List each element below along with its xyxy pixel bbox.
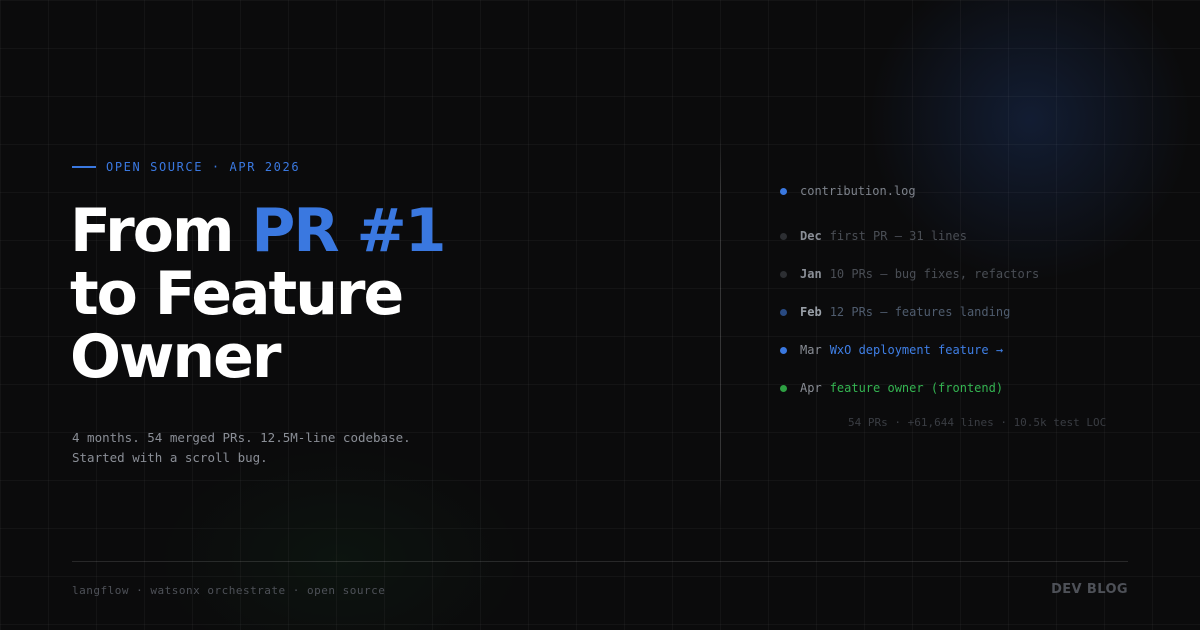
log-entry-apr: Apr feature owner (frontend): [780, 369, 1039, 407]
log-description: first PR — 31 lines: [829, 229, 967, 243]
title-line-3: Owner: [70, 322, 281, 392]
title-accent: PR #1: [251, 196, 446, 266]
log-month: Mar: [800, 343, 822, 357]
page-title: From PR #1 to Feature Owner: [70, 200, 446, 392]
log-month: Jan: [800, 267, 822, 281]
log-entry-jan: Jan 10 PRs — bug fixes, refactors: [780, 255, 1039, 293]
timeline-dot-icon: [780, 384, 787, 392]
footer-divider: [72, 561, 1128, 562]
log-entry-dec: Dec first PR — 31 lines: [780, 217, 1039, 255]
log-month: Feb: [800, 305, 822, 319]
log-header: contribution.log: [780, 182, 1039, 200]
log-title: contribution.log: [800, 184, 916, 198]
timeline-dot-icon: [780, 346, 787, 354]
footer-brand: DEV BLOG: [1051, 582, 1128, 597]
vertical-divider: [720, 130, 721, 510]
eyebrow: OPEN SOURCE · APR 2026: [72, 160, 300, 174]
log-description: 10 PRs — bug fixes, refactors: [829, 267, 1040, 281]
log-entry-mar: Mar WxO deployment feature →: [780, 331, 1039, 369]
og-card: OPEN SOURCE · APR 2026 From PR #1 to Fea…: [0, 0, 1200, 630]
log-stats: 54 PRs · +61,644 lines · 10.5k test LOC: [848, 416, 1107, 429]
timeline-dot-icon: [780, 270, 787, 278]
title-line-2: to Feature: [70, 259, 404, 329]
timeline-dot-icon: [780, 308, 787, 316]
subtitle-line-2: Started with a scroll bug.: [72, 450, 268, 465]
log-month: Dec: [800, 229, 822, 243]
log-entries: Dec first PR — 31 lines Jan 10 PRs — bug…: [780, 217, 1039, 407]
log-month: Apr: [800, 381, 822, 395]
log-entry-feb: Feb 12 PRs — features landing: [780, 293, 1039, 331]
eyebrow-label: OPEN SOURCE · APR 2026: [106, 160, 301, 174]
title-line-1-text: From: [70, 196, 252, 266]
eyebrow-rule: [72, 166, 96, 168]
log-bullet-icon: [780, 187, 787, 195]
log-description: feature owner (frontend): [829, 381, 1004, 395]
contribution-log: contribution.log Dec first PR — 31 lines…: [780, 182, 1039, 407]
subtitle: 4 months. 54 merged PRs. 12.5M-line code…: [72, 428, 492, 468]
footer-tags: langflow · watsonx orchestrate · open so…: [72, 584, 386, 597]
subtitle-line-1: 4 months. 54 merged PRs. 12.5M-line code…: [72, 430, 411, 445]
log-description: WxO deployment feature →: [829, 343, 1004, 357]
title-line-1: From PR #1: [70, 196, 446, 266]
timeline-dot-icon: [780, 232, 787, 240]
log-description: 12 PRs — features landing: [829, 305, 1011, 319]
